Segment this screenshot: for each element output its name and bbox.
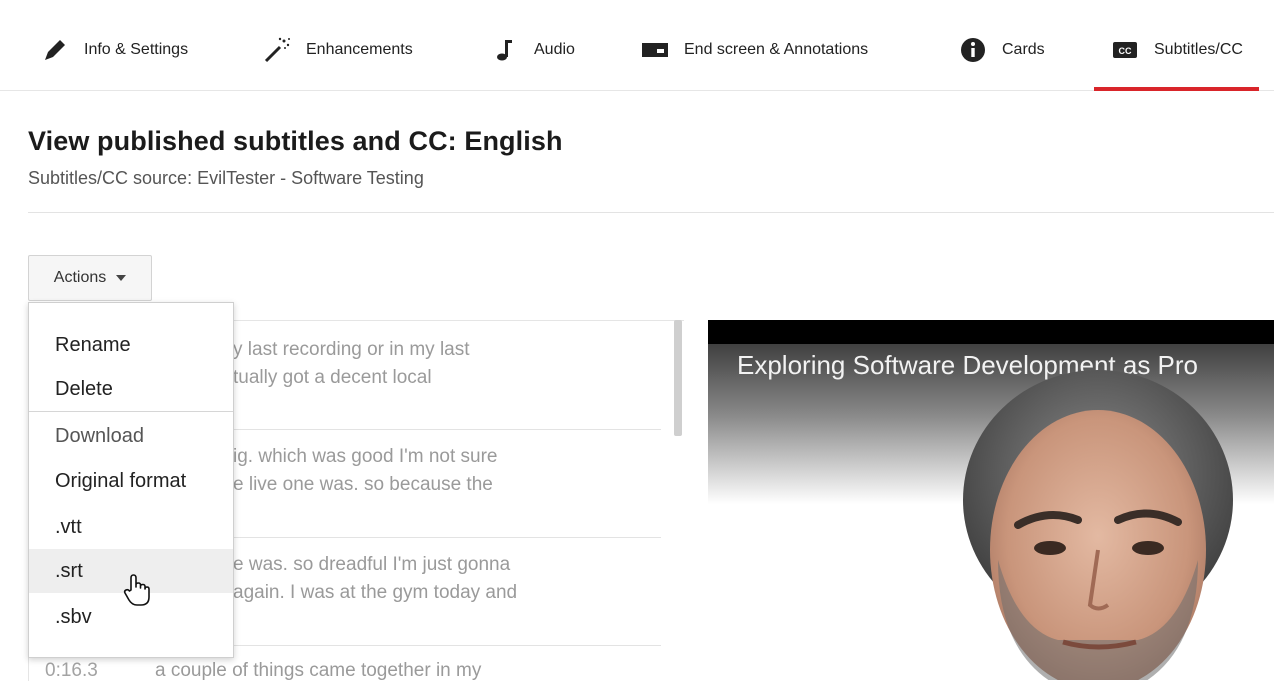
end-screen-icon xyxy=(640,35,670,65)
caption-text: ig. which was good I'm not sure xyxy=(233,446,498,467)
caption-text: y last recording or in my last xyxy=(233,339,470,360)
tab-cards[interactable]: Cards xyxy=(958,28,1045,72)
hand-cursor-icon xyxy=(122,574,152,613)
pencil-icon xyxy=(40,35,70,65)
tab-label: End screen & Annotations xyxy=(684,41,869,58)
menu-item-original-format[interactable]: Original format xyxy=(29,459,233,503)
page-subtitle: Subtitles/CC source: EvilTester - Softwa… xyxy=(28,168,424,188)
tab-info-settings[interactable]: Info & Settings xyxy=(40,28,188,72)
presenter-image xyxy=(963,370,1233,680)
tab-label: Cards xyxy=(1002,41,1045,58)
menu-item-vtt[interactable]: .vtt xyxy=(29,505,233,549)
info-circle-icon xyxy=(958,35,988,65)
caption-text: a couple of things came together in my xyxy=(155,660,482,681)
tab-enhancements[interactable]: Enhancements xyxy=(262,28,413,72)
caption-text: e live one was. so because the xyxy=(233,474,493,495)
svg-text:CC: CC xyxy=(1119,46,1132,56)
actions-label: Actions xyxy=(53,269,107,286)
divider xyxy=(28,212,1274,213)
caption-text: tually got a decent local xyxy=(233,367,432,388)
magic-wand-icon xyxy=(262,35,292,65)
tab-bar: Info & Settings Enhancements Audio End s… xyxy=(0,0,1274,91)
menu-item-rename[interactable]: Rename xyxy=(29,323,233,367)
tab-subtitles-cc[interactable]: CC Subtitles/CC xyxy=(1094,28,1259,91)
cc-icon: CC xyxy=(1110,35,1140,65)
menu-item-delete[interactable]: Delete xyxy=(29,367,233,411)
menu-divider xyxy=(29,411,233,412)
tab-end-screen[interactable]: End screen & Annotations xyxy=(640,28,868,72)
tab-label: Audio xyxy=(534,41,575,58)
music-note-icon xyxy=(490,35,520,65)
video-preview[interactable]: Exploring Software Development as Pro xyxy=(708,320,1274,680)
video-top-bar xyxy=(708,320,1274,344)
caret-down-icon xyxy=(116,275,127,281)
page-title: View published subtitles and CC: English xyxy=(28,126,563,156)
caption-timestamp: 0:16.3 xyxy=(45,660,98,681)
tab-label: Info & Settings xyxy=(84,41,189,58)
caption-text: again. I was at the gym today and xyxy=(233,582,518,603)
menu-header-download: Download xyxy=(55,424,144,447)
caption-text: e was. so dreadful I'm just gonna xyxy=(233,554,511,575)
caption-list-scrollbar[interactable] xyxy=(674,320,682,436)
tab-label: Subtitles/CC xyxy=(1154,41,1243,58)
tab-label: Enhancements xyxy=(306,41,413,58)
actions-button[interactable]: Actions xyxy=(28,255,152,301)
tab-audio[interactable]: Audio xyxy=(490,28,575,72)
